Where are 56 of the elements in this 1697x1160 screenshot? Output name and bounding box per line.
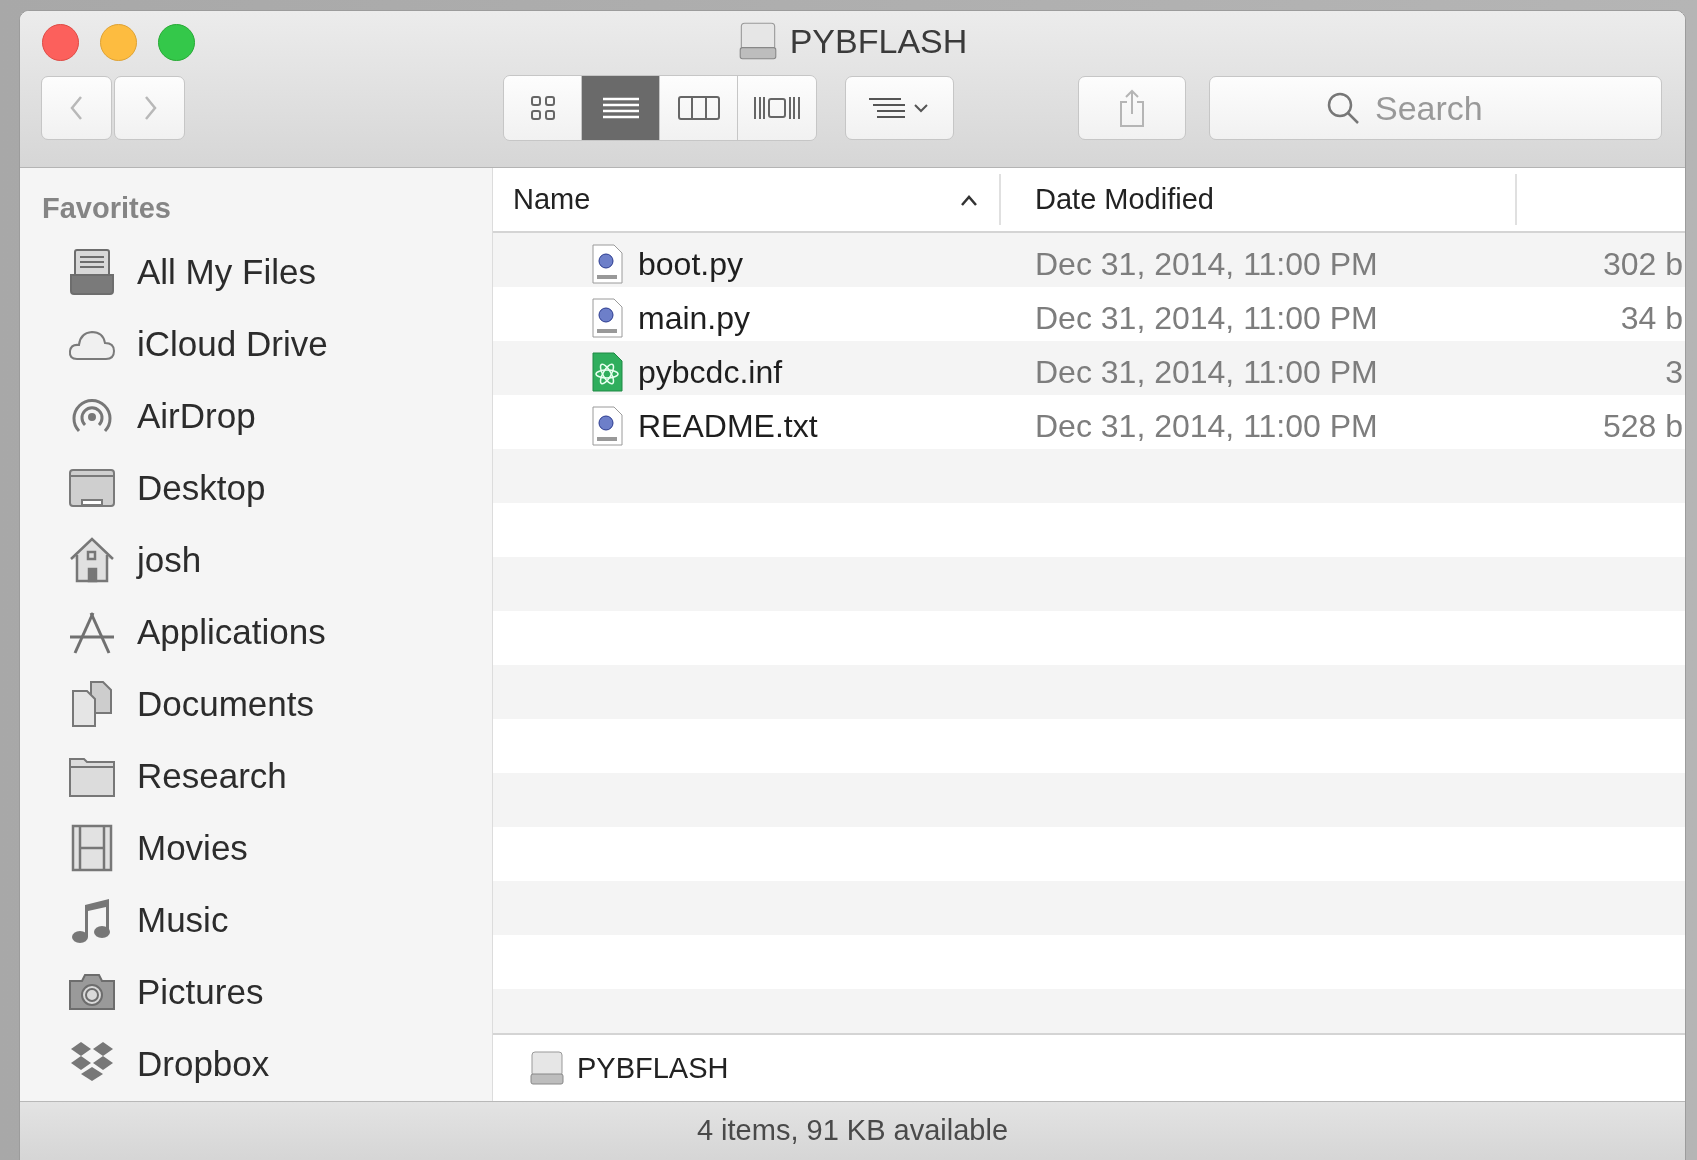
- list-view-button[interactable]: [582, 76, 660, 140]
- file-row[interactable]: pybcdc.inf Dec 31, 2014, 11:00 PM 3: [493, 345, 1685, 399]
- sidebar-item[interactable]: Movies: [20, 812, 492, 884]
- sidebar-item[interactable]: All My Files: [20, 236, 492, 308]
- search-icon: [1325, 90, 1361, 126]
- sidebar-item[interactable]: AirDrop: [20, 380, 492, 452]
- sidebar-item[interactable]: Dropbox: [20, 1028, 492, 1100]
- size-cell-text: 302 b: [1601, 245, 1684, 283]
- sidebar-item[interactable]: Documents: [20, 668, 492, 740]
- sidebar-item[interactable]: Pictures: [20, 956, 492, 1028]
- sidebar-item[interactable]: Research: [20, 740, 492, 812]
- search-field[interactable]: Search: [1209, 76, 1662, 140]
- date-cell-text: Dec 31, 2014, 11:00 PM: [1034, 299, 1379, 337]
- file-name: README.txt: [638, 407, 818, 445]
- columns-view-button[interactable]: [660, 76, 738, 140]
- back-button[interactable]: [41, 76, 112, 140]
- column-header[interactable]: Name: [493, 174, 1001, 225]
- text-file-icon: [590, 406, 624, 446]
- file-row[interactable]: README.txt Dec 31, 2014, 11:00 PM 528 b: [493, 399, 1685, 453]
- file-name: pybcdc.inf: [638, 353, 783, 391]
- text-file-icon: [590, 298, 624, 338]
- file-row[interactable]: boot.py Dec 31, 2014, 11:00 PM 302 b: [493, 237, 1685, 291]
- file-row[interactable]: main.py Dec 31, 2014, 11:00 PM 34 b: [493, 291, 1685, 345]
- window-title: PYBFLASH: [789, 21, 968, 61]
- tray-icon: [67, 247, 117, 297]
- share-button[interactable]: [1078, 76, 1186, 140]
- size-cell-text: 528 b: [1601, 407, 1684, 445]
- minimize-button[interactable]: [100, 23, 137, 61]
- columns-icon: [676, 93, 721, 123]
- column-header[interactable]: Date Modified: [1001, 174, 1517, 225]
- date-cell-text: Dec 31, 2014, 11:00 PM: [1034, 245, 1379, 283]
- date-cell-text: Dec 31, 2014, 11:00 PM: [1034, 407, 1379, 445]
- zoom-button[interactable]: [158, 23, 195, 61]
- size-cell-text: 3: [1664, 353, 1684, 391]
- coverflow-view-button[interactable]: [738, 76, 816, 140]
- close-button[interactable]: [42, 23, 79, 61]
- size-cell-text: 34 b: [1619, 299, 1684, 337]
- status-text: 4 items, 91 KB available: [696, 1114, 1009, 1148]
- arrange-button[interactable]: [845, 76, 954, 140]
- sidebar-heading: Favorites: [42, 192, 172, 226]
- share-icon: [1117, 88, 1147, 128]
- date-cell-text: Dec 31, 2014, 11:00 PM: [1034, 353, 1379, 391]
- forward-button[interactable]: [114, 76, 185, 140]
- sidebar-item[interactable]: Applications: [20, 596, 492, 668]
- file-name: boot.py: [638, 245, 743, 283]
- atom-file-icon: [590, 352, 624, 392]
- file-name: main.py: [638, 299, 751, 337]
- path-item[interactable]: PYBFLASH: [577, 1051, 729, 1085]
- drive-icon: [529, 1050, 565, 1086]
- sidebar-item[interactable]: Music: [20, 884, 492, 956]
- sidebar-item[interactable]: josh: [20, 524, 492, 596]
- sidebar-item[interactable]: iCloud Drive: [20, 308, 492, 380]
- sidebar-item[interactable]: Desktop: [20, 452, 492, 524]
- icons-view-button[interactable]: [504, 76, 582, 140]
- text-file-icon: [590, 244, 624, 284]
- drive-icon: [737, 21, 778, 61]
